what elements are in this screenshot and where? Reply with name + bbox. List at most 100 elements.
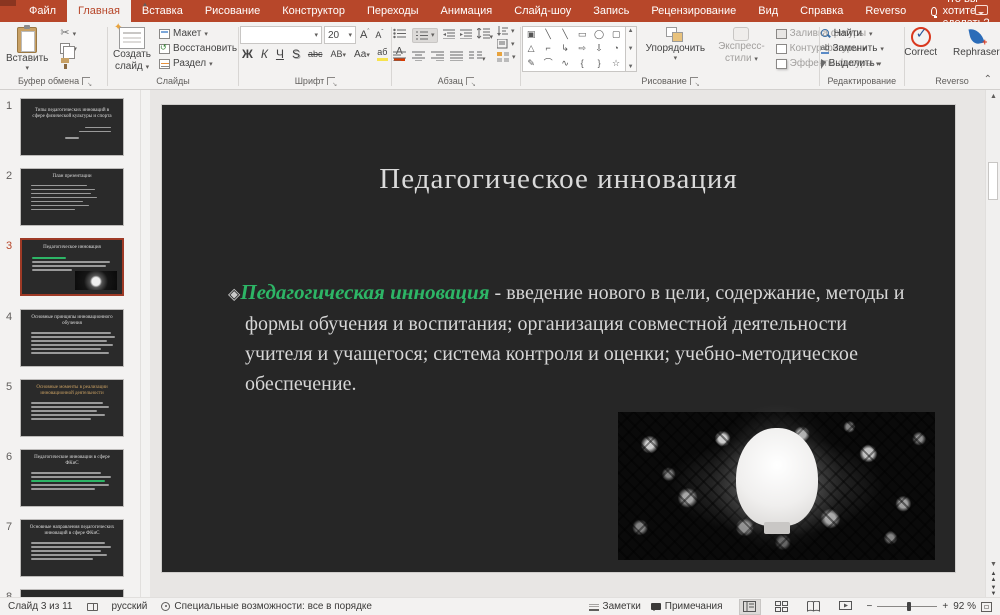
thumbnail-scroll-up-icon[interactable]: ▲ xyxy=(140,0,150,10)
underline-button[interactable]: Ч xyxy=(274,47,286,61)
align-text-button[interactable]: ▾ xyxy=(497,39,516,49)
italic-button[interactable]: К xyxy=(259,47,270,61)
shape-arrow-down-icon[interactable]: ⇩ xyxy=(595,44,603,53)
shapes-scroll-down-icon[interactable]: ▼ xyxy=(628,46,634,52)
tab-slideshow[interactable]: Слайд-шоу xyxy=(503,0,582,22)
zoom-percentage[interactable]: 92 % xyxy=(953,601,976,612)
shrink-font-button[interactable]: Аˇ xyxy=(373,30,385,40)
tab-home[interactable]: Главная xyxy=(67,0,131,22)
reverso-rephraser-button[interactable]: Rephraser xyxy=(949,26,1000,60)
bullets-button[interactable] xyxy=(393,26,407,44)
arrange-button[interactable]: Упорядочить ▾ xyxy=(642,26,710,64)
shape-star-icon[interactable]: ☆ xyxy=(612,59,620,68)
char-spacing-button[interactable]: АВ▾ xyxy=(328,49,348,59)
find-button[interactable]: Найти xyxy=(821,28,884,39)
shape-textbox-icon[interactable]: ▣ xyxy=(527,30,536,39)
language-button[interactable]: русский xyxy=(112,601,148,612)
scroll-up-icon[interactable]: ▲ xyxy=(986,90,1000,103)
format-painter-button[interactable] xyxy=(60,58,77,69)
numbering-button[interactable]: ▾ xyxy=(412,28,438,43)
text-shadow-button[interactable]: S xyxy=(290,47,302,61)
slide-sorter-view-button[interactable] xyxy=(771,599,793,615)
font-size-combo[interactable]: 20▾ xyxy=(324,26,356,44)
change-case-button[interactable]: Аа▾ xyxy=(352,49,372,60)
scroll-down-icon[interactable]: ▼ xyxy=(986,558,1000,571)
shape-elbow-icon[interactable]: ⌐ xyxy=(545,44,550,53)
font-dialog-launcher[interactable] xyxy=(327,77,335,85)
shapes-gallery-scroll[interactable]: ▲▼▼ xyxy=(626,26,637,72)
drawing-dialog-launcher[interactable] xyxy=(690,77,698,85)
vertical-scrollbar[interactable]: ▲ ▼ ▲▲ ▼▼ xyxy=(985,90,1000,597)
tab-file[interactable]: Файл xyxy=(18,0,67,22)
thumbnail-slide-3[interactable]: Педагогическое инновация xyxy=(20,238,124,296)
zoom-slider[interactable] xyxy=(877,606,937,607)
comments-toggle[interactable]: Примечания xyxy=(651,601,723,612)
current-slide[interactable]: Педагогическое инновация ◈Педагогическая… xyxy=(162,105,955,572)
thumbnail-slide-7[interactable]: Основные направления педагогических инно… xyxy=(20,519,124,577)
zoom-slider-thumb[interactable] xyxy=(907,602,911,611)
shape-rect-icon[interactable]: ▭ xyxy=(578,30,587,39)
shape-curve-icon[interactable]: ⌒ xyxy=(544,59,553,68)
decrease-indent-button[interactable] xyxy=(443,26,455,44)
previous-slide-button[interactable]: ▲▲ xyxy=(986,571,1000,583)
tab-help[interactable]: Справка xyxy=(789,0,854,22)
strikethrough-button[interactable]: abc xyxy=(306,49,325,59)
normal-view-button[interactable] xyxy=(739,599,761,615)
shapes-gallery[interactable]: ▣╲╲▭◯▢ △⌐↳⇨⇩◔ ✎⌒∿{}☆ xyxy=(522,26,626,72)
shape-triangle-icon[interactable]: △ xyxy=(528,44,535,53)
slide-body-text[interactable]: ◈Педагогическая инновация - введение нов… xyxy=(228,277,916,399)
shape-freeform-icon[interactable]: ✎ xyxy=(527,59,535,68)
text-direction-button[interactable]: ▾ xyxy=(497,26,516,36)
comments-icon[interactable] xyxy=(975,5,988,15)
collapse-ribbon-button[interactable]: ⌃ xyxy=(984,74,992,85)
convert-smartart-button[interactable]: ▾ xyxy=(497,52,516,62)
shapes-scroll-up-icon[interactable]: ▲ xyxy=(628,28,634,34)
zoom-out-button[interactable]: − xyxy=(867,601,873,612)
reading-view-button[interactable] xyxy=(803,599,825,615)
new-slide-button[interactable]: Создать слайд ▾ xyxy=(109,26,155,73)
fit-slide-button[interactable] xyxy=(981,602,992,612)
increase-indent-button[interactable] xyxy=(460,26,472,44)
shape-brace-left-icon[interactable]: { xyxy=(581,59,584,68)
clipboard-dialog-launcher[interactable] xyxy=(82,77,90,85)
thumbnail-slide-1[interactable]: Типы педагогических инноваций в сфере фи… xyxy=(20,98,124,156)
shape-elbow-arrow-icon[interactable]: ↳ xyxy=(561,44,569,53)
layout-button[interactable]: Макет▾ xyxy=(159,28,237,39)
align-right-button[interactable] xyxy=(431,48,444,66)
copy-button[interactable]: ▾ xyxy=(60,43,77,54)
tab-transitions[interactable]: Переходы xyxy=(356,0,430,22)
lightbulb-network-image[interactable] xyxy=(618,412,935,560)
shape-arrow-line-icon[interactable]: ╲ xyxy=(562,30,567,39)
replace-button[interactable]: abЗаменить▾ xyxy=(821,43,884,54)
font-name-combo[interactable]: ▾ xyxy=(240,26,322,44)
grow-font-button[interactable]: Аˆ xyxy=(358,29,371,41)
tab-review[interactable]: Рецензирование xyxy=(640,0,747,22)
quick-styles-button[interactable]: Экспресс- стили ▾ xyxy=(714,26,769,65)
tab-view[interactable]: Вид xyxy=(747,0,789,22)
thumbnail-slide-8[interactable] xyxy=(20,589,124,597)
zoom-in-button[interactable]: + xyxy=(942,601,948,612)
bold-button[interactable]: Ж xyxy=(240,47,255,61)
columns-button[interactable]: ▾ xyxy=(469,48,486,66)
shape-line-icon[interactable]: ╲ xyxy=(545,30,550,39)
shape-round-rect-icon[interactable]: ▢ xyxy=(612,30,621,39)
tab-record[interactable]: Запись xyxy=(582,0,640,22)
shape-brace-right-icon[interactable]: } xyxy=(598,59,601,68)
select-button[interactable]: Выделить▾ xyxy=(821,58,884,69)
cut-button[interactable]: ✂▾ xyxy=(60,28,77,39)
slideshow-view-button[interactable] xyxy=(835,599,857,615)
highlight-color-button[interactable]: аб xyxy=(376,48,389,61)
tab-design[interactable]: Конструктор xyxy=(271,0,356,22)
tab-animations[interactable]: Анимация xyxy=(430,0,504,22)
thumbnail-scrollbar[interactable] xyxy=(140,90,150,597)
justify-button[interactable] xyxy=(450,48,463,66)
thumbnail-slide-2[interactable]: План презентации xyxy=(20,168,124,226)
shape-partial-circle-icon[interactable]: ◔ xyxy=(613,44,618,53)
scrollbar-thumb[interactable] xyxy=(988,162,998,200)
accessibility-status[interactable]: Специальные возможности: все в порядке xyxy=(161,601,372,612)
thumbnail-slide-4[interactable]: Основные принципы инновационного обучени… xyxy=(20,309,124,367)
align-left-button[interactable] xyxy=(393,48,406,66)
paragraph-dialog-launcher[interactable] xyxy=(466,77,474,85)
thumbnail-slide-5[interactable]: Основные моменты в реализации инновацион… xyxy=(20,379,124,437)
section-button[interactable]: Раздел▾ xyxy=(159,58,237,69)
